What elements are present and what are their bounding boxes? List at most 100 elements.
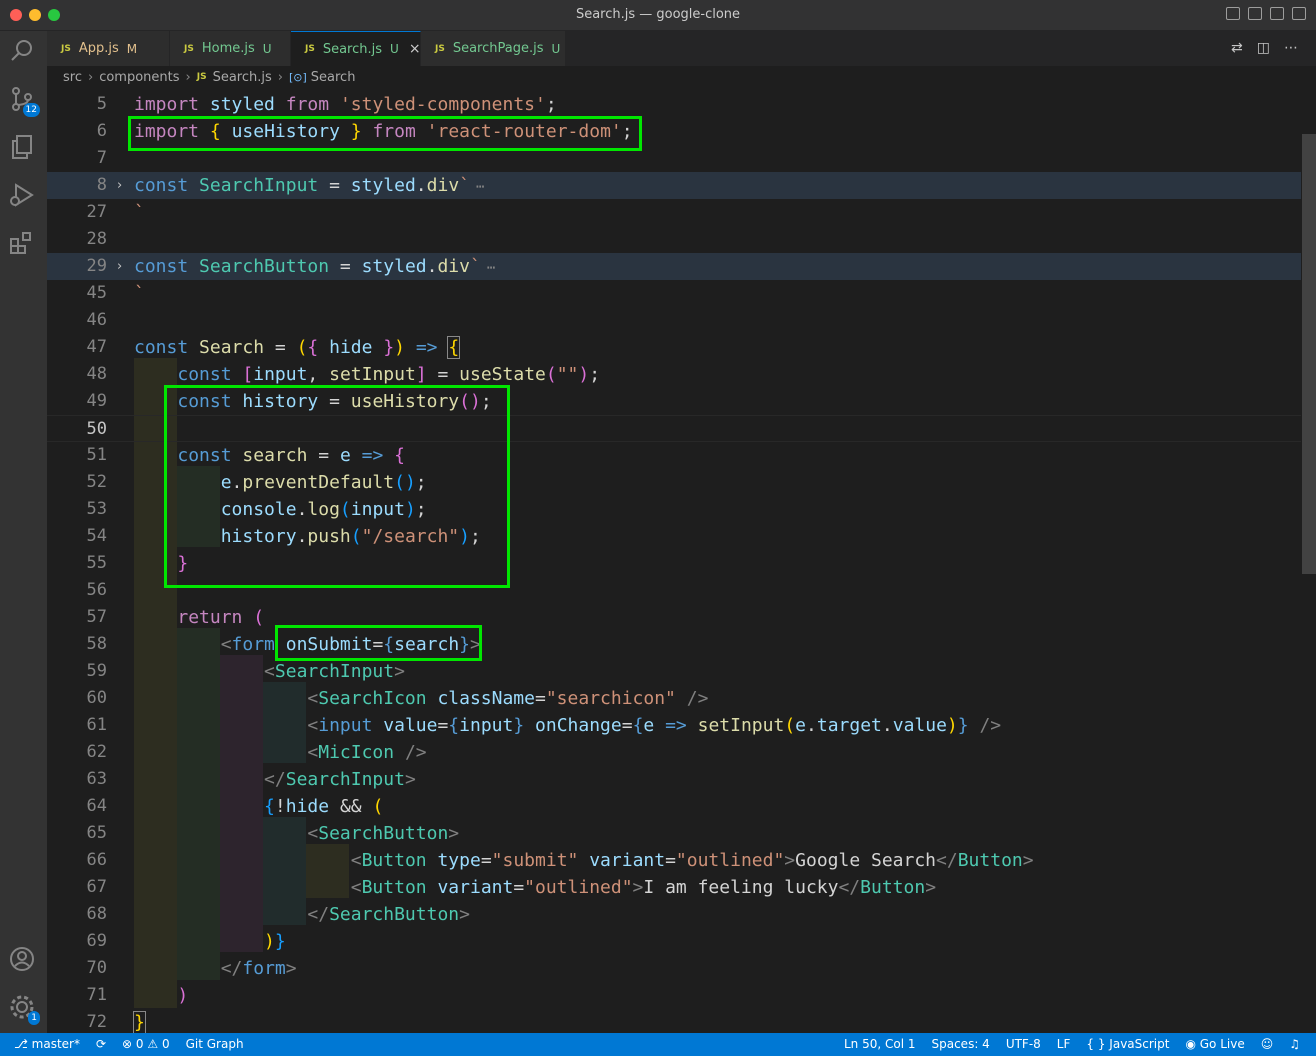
title-bar: Search.js — google-clone — [0, 0, 1316, 31]
code-text: ) — [177, 985, 189, 1006]
toggle-sidebar-icon[interactable] — [1226, 7, 1240, 20]
line-number: 56 — [86, 580, 107, 600]
chevron-right-icon: › — [277, 69, 283, 85]
line-number: 71 — [86, 985, 107, 1005]
feedback-icon[interactable]: ☺ — [1261, 1037, 1274, 1051]
activity-bar: 12 1 — [0, 31, 47, 1033]
chevron-right-icon: › — [185, 69, 191, 85]
tab-label: SearchPage.js — [452, 41, 544, 56]
code-line: 70 </form> — [47, 955, 1301, 982]
tab-app-js[interactable]: JS App.js M — [47, 31, 170, 66]
breadcrumb-components[interactable]: components — [99, 70, 179, 85]
indentation[interactable]: Spaces: 4 — [932, 1037, 990, 1051]
code-text: ` — [134, 283, 145, 304]
code-line: 63 </SearchInput> — [47, 766, 1301, 793]
breadcrumb-src[interactable]: src — [63, 70, 82, 85]
tab-status: U — [551, 41, 561, 56]
breadcrumb: src › components › JS Search.js › [⊙] Se… — [47, 66, 1316, 88]
split-editor-icon[interactable]: ◫ — [1257, 40, 1270, 56]
git-graph-button[interactable]: Git Graph — [186, 1037, 244, 1051]
breadcrumb-file[interactable]: Search.js — [213, 70, 272, 85]
line-number: 5 — [96, 94, 107, 114]
branch-name: master* — [31, 1037, 80, 1051]
js-file-icon: JS — [61, 43, 71, 54]
tab-search-js[interactable]: JS Search.js U × — [291, 31, 421, 66]
source-control-icon[interactable]: 12 — [8, 85, 40, 117]
folded-ellipsis-icon: ⋯ — [486, 260, 496, 276]
line-number: 7 — [96, 148, 107, 168]
toggle-panel-icon[interactable] — [1248, 7, 1262, 20]
code-line: 68 </SearchButton> — [47, 901, 1301, 928]
js-file-icon: JS — [305, 44, 315, 54]
encoding[interactable]: UTF-8 — [1006, 1037, 1041, 1051]
line-number: 61 — [86, 715, 107, 735]
code-text: const SearchButton = styled.div` ⋯ — [134, 256, 496, 277]
manage-gear-icon[interactable]: 1 — [8, 993, 40, 1025]
line-number: 29 — [86, 256, 107, 276]
sync-icon[interactable]: ⟳ — [96, 1037, 106, 1051]
code-text: const Search = ({ hide }) => { — [134, 336, 461, 359]
accounts-icon[interactable] — [8, 945, 38, 975]
code-line: 27 ` — [47, 199, 1301, 226]
symbol-variable-icon: [⊙] — [288, 70, 307, 84]
more-actions-icon[interactable]: ⋯ — [1284, 40, 1298, 56]
code-text: <Button type="submit" variant="outlined"… — [350, 850, 1034, 871]
code-editor[interactable]: 5 import styled from 'styled-components'… — [47, 88, 1316, 1033]
folded-ellipsis-icon: ⋯ — [476, 179, 485, 195]
line-number: 45 — [86, 283, 107, 303]
customize-layout-icon[interactable] — [1292, 7, 1306, 20]
tab-label: Home.js — [201, 41, 255, 56]
line-number: 8 — [96, 175, 107, 195]
line-number: 67 — [86, 877, 107, 897]
code-line: 64 {!hide && ( — [47, 793, 1301, 820]
tab-status: U — [262, 41, 272, 56]
code-line: 60 <SearchIcon className="searchicon" /> — [47, 685, 1301, 712]
notifications-bell-icon[interactable]: ♫ — [1289, 1037, 1300, 1051]
cursor-position[interactable]: Ln 50, Col 1 — [844, 1037, 916, 1051]
language-mode[interactable]: { } JavaScript — [1086, 1037, 1169, 1051]
code-line: 45 ` — [47, 280, 1301, 307]
line-number: 65 — [86, 823, 107, 843]
tab-label: App.js — [78, 41, 119, 56]
branch-indicator[interactable]: ⎇ master* — [14, 1037, 80, 1051]
search-icon[interactable] — [8, 37, 38, 67]
problems-indicator[interactable]: ⊗ 0 ⚠ 0 — [122, 1037, 170, 1051]
code-text: </SearchButton> — [307, 904, 470, 925]
highlight-box-search-fn — [164, 385, 510, 588]
line-number: 57 — [86, 607, 107, 627]
extensions-icon[interactable] — [8, 229, 38, 259]
vertical-scrollbar[interactable] — [1302, 134, 1316, 574]
breadcrumb-symbol[interactable]: Search — [311, 70, 356, 85]
go-live-button[interactable]: ◉ Go Live — [1185, 1037, 1244, 1051]
tab-searchpage-js[interactable]: JS SearchPage.js U — [421, 31, 566, 66]
code-text: <MicIcon /> — [307, 742, 427, 763]
tab-label: Search.js — [322, 41, 383, 57]
code-text: import styled from 'styled-components'; — [134, 94, 557, 115]
line-number: 59 — [86, 661, 107, 681]
code-line: 72 } — [47, 1009, 1301, 1033]
toggle-secondary-sidebar-icon[interactable] — [1270, 7, 1284, 20]
code-line: 28 — [47, 226, 1301, 253]
code-line: 61 <input value={input} onChange={e => s… — [47, 712, 1301, 739]
explorer-icon[interactable] — [8, 133, 38, 163]
code-text: const SearchInput = styled.div` ⋯ — [134, 175, 485, 196]
tab-home-js[interactable]: JS Home.js U — [170, 31, 291, 66]
code-text: {!hide && ( — [264, 796, 384, 817]
line-number: 70 — [86, 958, 107, 978]
open-changes-icon[interactable]: ⇄ — [1231, 40, 1243, 56]
code-line: 47 const Search = ({ hide }) => { — [47, 334, 1301, 361]
scm-count-badge: 12 — [22, 103, 40, 117]
end-of-line[interactable]: LF — [1057, 1037, 1071, 1051]
code-line: 62 <MicIcon /> — [47, 739, 1301, 766]
close-tab-icon[interactable]: × — [409, 41, 421, 57]
fold-chevron-icon[interactable]: › — [117, 172, 122, 199]
code-line: 59 <SearchInput> — [47, 658, 1301, 685]
code-text: ` — [134, 202, 145, 223]
fold-chevron-icon[interactable]: › — [117, 253, 122, 280]
settings-update-badge: 1 — [28, 1011, 40, 1025]
code-line: 71 ) — [47, 982, 1301, 1009]
run-debug-icon[interactable] — [8, 181, 38, 211]
language-label: JavaScript — [1109, 1037, 1170, 1051]
code-line: 58 <form onSubmit={search}> — [47, 631, 1301, 658]
window-title: Search.js — google-clone — [575, 7, 741, 22]
